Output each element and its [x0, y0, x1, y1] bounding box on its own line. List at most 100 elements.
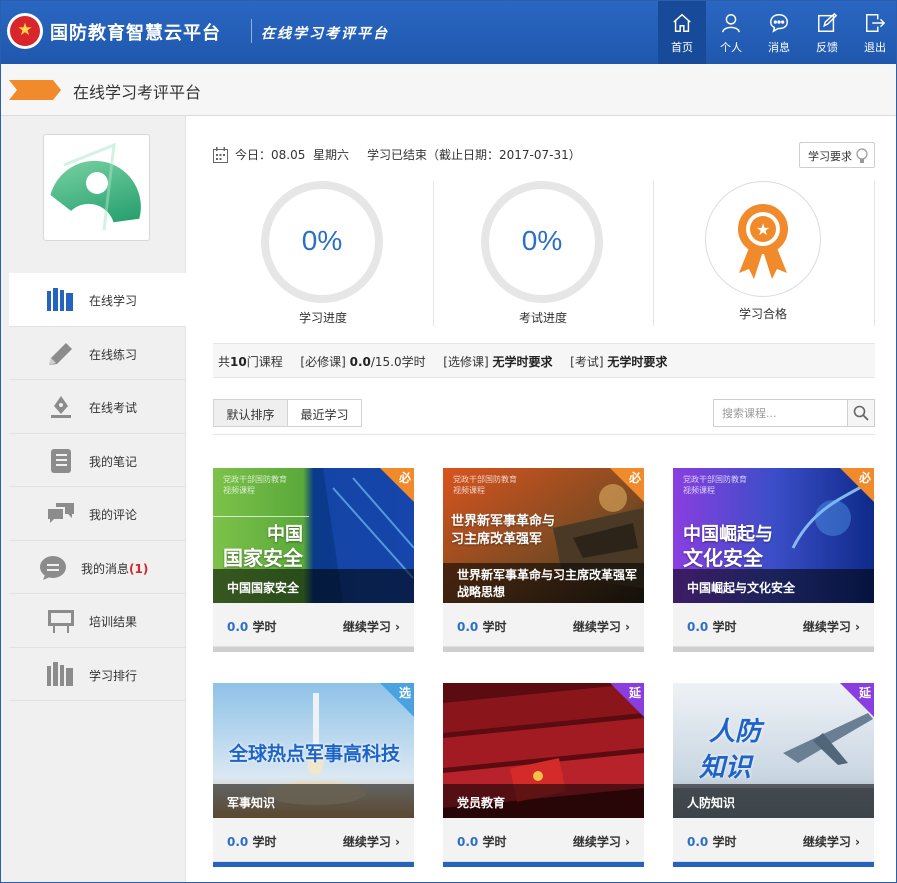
requirements-label: 学习要求	[808, 150, 852, 163]
continue-label: 继续学习	[802, 835, 851, 849]
course-footer: 0.0 学时 继续学习 ›	[443, 603, 644, 647]
chevron-right-icon: ›	[625, 620, 630, 634]
card-bottom-bar	[213, 647, 414, 652]
nav-home[interactable]: 首页	[658, 1, 706, 64]
thumb-title-2: 习主席改革强军	[451, 532, 543, 547]
hours-unit: 学时	[482, 620, 507, 634]
sidebar-item-label: 在线学习	[89, 294, 138, 308]
sidebar-item-online-exam[interactable]: 在线考试	[9, 380, 186, 434]
exam-progress-value: 0%	[521, 225, 563, 256]
card-bottom-bar	[673, 647, 874, 652]
course-card-military-revolution[interactable]: 党政干部国防教育 视频课程 世界新军事革命与 习主席改革强军 世界新军事革命与习…	[443, 468, 644, 652]
hours-unit: 学时	[252, 835, 277, 849]
sort-default-button[interactable]: 默认排序	[213, 399, 288, 427]
course-title: 中国国家安全	[213, 569, 414, 603]
course-thumbnail: 党政干部国防教育 视频课程 中国 国家安全 中国国家安全 必	[213, 468, 414, 603]
continue-label: 继续学习	[342, 620, 391, 634]
summary-exam-tag: [考试]	[570, 355, 604, 369]
continue-label: 继续学习	[572, 835, 621, 849]
thumb-small-text: 党政干部国防教育 视频课程	[223, 475, 287, 495]
exam-progress: 0% 考试进度	[433, 181, 653, 326]
course-footer: 0.0 学时 继续学习 ›	[213, 603, 414, 647]
sidebar-item-my-messages[interactable]: 我的消息(1)	[9, 541, 186, 594]
continue-link[interactable]: 继续学习 ›	[343, 618, 400, 635]
hours-unit: 学时	[712, 620, 737, 634]
nav-feedback[interactable]: 反馈	[804, 1, 850, 64]
continue-link[interactable]: 继续学习 ›	[573, 833, 630, 850]
thumb-title-2: 知识	[699, 753, 752, 783]
continue-label: 继续学习	[572, 620, 621, 634]
hours-value: 0.0	[457, 620, 479, 634]
course-card-national-security[interactable]: 党政干部国防教育 视频课程 中国 国家安全 中国国家安全 必 0.0 学时 继续…	[213, 468, 414, 652]
continue-link[interactable]: 继续学习 ›	[803, 833, 860, 850]
brand-divider	[251, 19, 252, 43]
sidebar-item-online-study[interactable]: 在线学习	[9, 273, 186, 327]
course-tag: 延	[628, 686, 641, 700]
hours-value: 0.0	[687, 835, 709, 849]
top-nav: 首页 个人 消息 反馈 退出	[656, 1, 896, 64]
search-button[interactable]	[847, 400, 874, 426]
sort-recent-button[interactable]: 最近学习	[287, 399, 362, 427]
exam-progress-ring: 0%	[481, 181, 603, 303]
sidebar-item-my-notes[interactable]: 我的笔记	[9, 434, 186, 487]
brand-title: 国防教育智慧云平台	[50, 23, 221, 44]
course-title: 中国崛起与文化安全	[673, 569, 874, 603]
card-bottom-bar	[443, 647, 644, 652]
unread-badge: (1)	[129, 561, 149, 576]
sidebar-item-label: 我的消息(1)	[81, 560, 148, 577]
nav-messages[interactable]: 消息	[756, 1, 802, 64]
top-header: ★ 国防教育智慧云平台 在线学习考评平台 首页 个人 消息 反馈 退出	[1, 1, 896, 64]
nav-user[interactable]: 个人	[708, 1, 754, 64]
continue-link[interactable]: 继续学习 ›	[573, 618, 630, 635]
sidebar-item-training-results[interactable]: 培训结果	[9, 594, 186, 648]
chevron-right-icon: ›	[625, 835, 630, 849]
course-hours: 0.0 学时	[227, 833, 276, 850]
notebook-icon	[51, 448, 71, 473]
continue-link[interactable]: 继续学习 ›	[343, 833, 400, 850]
ranking-icon	[47, 661, 73, 686]
study-progress-value: 0%	[301, 225, 343, 256]
chevron-right-icon: ›	[395, 835, 400, 849]
status-row: 今日：08.05 星期六 学习已结束（截止日期：2017-07-31）	[213, 145, 875, 165]
course-card-military-knowledge[interactable]: 全球热点军事高科技 军事知识 选 0.0 学时 继续学习 ›	[213, 683, 414, 867]
hours-value: 0.0	[227, 835, 249, 849]
summary-total-prefix: 共	[218, 355, 231, 369]
course-thumbnail: 党政干部国防教育 视频课程 中国崛起与 文化安全 中国崛起与文化安全 必	[673, 468, 874, 603]
continue-label: 继续学习	[802, 620, 851, 634]
course-hours: 0.0 学时	[227, 618, 276, 635]
sidebar-item-study-ranking[interactable]: 学习排行	[9, 648, 186, 701]
course-card-cultural-security[interactable]: 党政干部国防教育 视频课程 中国崛起与 文化安全 中国崛起与文化安全 必 0.0…	[673, 468, 874, 652]
study-progress: 0% 学习进度	[213, 181, 433, 326]
thumb-title-1: 世界新军事革命与	[451, 514, 556, 529]
course-thumbnail: 党政干部国防教育 视频课程 世界新军事革命与 习主席改革强军 世界新军事革命与习…	[443, 468, 644, 603]
course-hours: 0.0 学时	[457, 833, 506, 850]
course-tag: 选	[398, 686, 411, 700]
course-card-party-education[interactable]: 党员教育 延 0.0 学时 继续学习 ›	[443, 683, 644, 867]
course-footer: 0.0 学时 继续学习 ›	[443, 818, 644, 862]
today-date: 今日：08.05 星期六	[235, 148, 349, 162]
medal-ring: ★	[705, 181, 821, 297]
hours-value: 0.0	[687, 620, 709, 634]
search-input[interactable]	[714, 400, 847, 426]
nav-feedback-label: 反馈	[816, 41, 838, 54]
requirements-button[interactable]: 学习要求	[799, 142, 875, 168]
course-title: 人防知识	[673, 784, 874, 818]
my-messages-text: 我的消息	[81, 561, 130, 576]
summary-total-count: 10	[230, 355, 247, 369]
sidebar-item-online-practice[interactable]: 在线练习	[9, 327, 186, 380]
course-search	[713, 399, 875, 427]
course-thumbnail: 全球热点军事高科技 军事知识 选	[213, 683, 414, 818]
sidebar-item-label: 我的评论	[89, 508, 138, 522]
continue-label: 继续学习	[342, 835, 391, 849]
nav-user-label: 个人	[720, 41, 742, 54]
course-card-civil-defense[interactable]: 人防 知识 人防知识 延 0.0 学时 继续学习 ›	[673, 683, 874, 867]
study-ended-text: 学习已结束（截止日期：2017-07-31）	[366, 148, 581, 162]
summary-exam-value: 无学时要求	[607, 355, 668, 369]
sidebar-item-my-comments[interactable]: 我的评论	[9, 487, 186, 541]
continue-link[interactable]: 继续学习 ›	[803, 618, 860, 635]
nav-logout[interactable]: 退出	[852, 1, 896, 64]
study-qualified: ★ 学习合格	[653, 181, 873, 326]
comments-icon	[48, 503, 74, 523]
hours-unit: 学时	[252, 620, 277, 634]
app-window: ★ 国防教育智慧云平台 在线学习考评平台 首页 个人 消息 反馈 退出 在线学习…	[0, 0, 897, 883]
